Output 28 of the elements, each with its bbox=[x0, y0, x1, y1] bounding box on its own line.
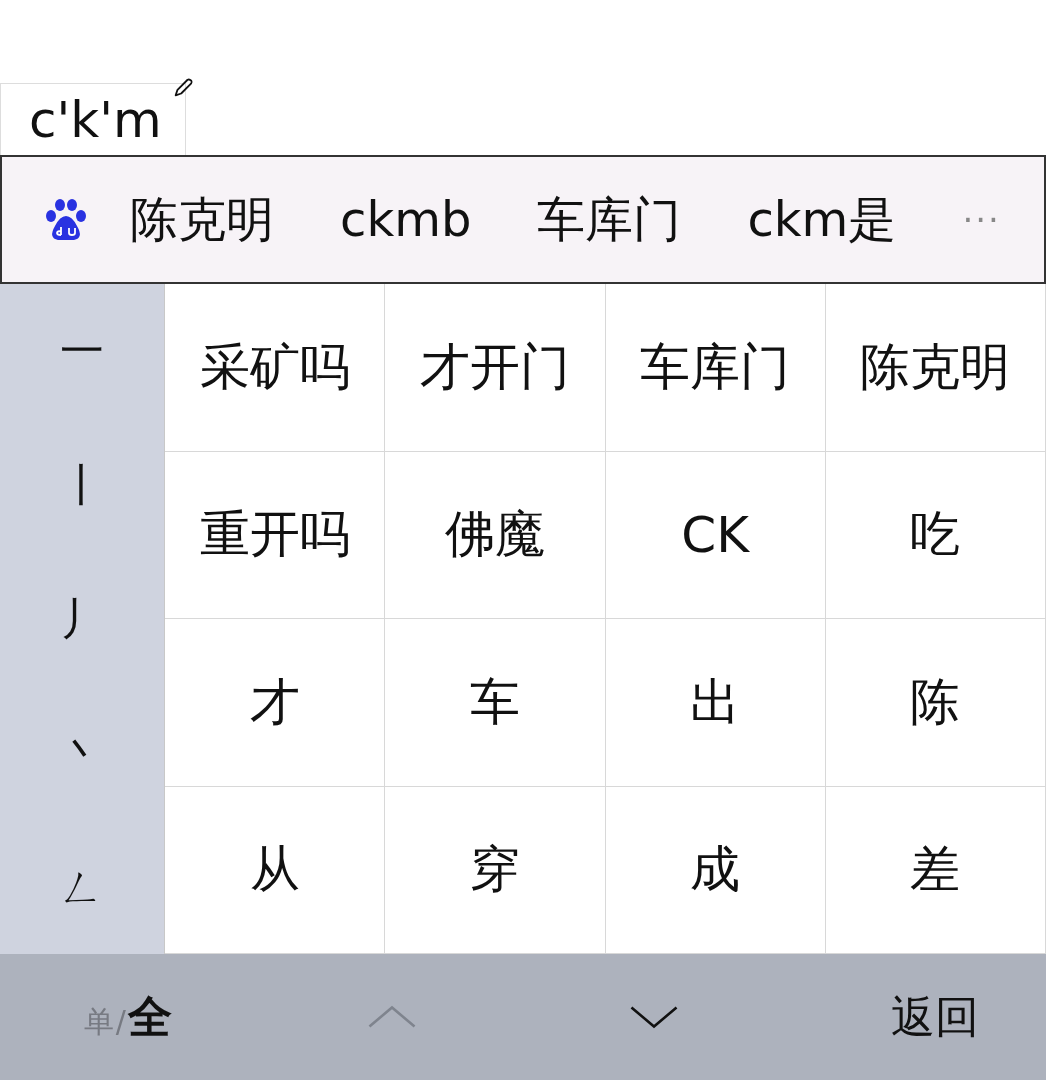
candidate-cell[interactable]: 车 bbox=[385, 619, 606, 787]
candidate-cell[interactable]: 穿 bbox=[385, 786, 606, 954]
candidate-cell[interactable]: 佛魔 bbox=[385, 451, 606, 619]
candidate-word[interactable]: ckmb bbox=[340, 190, 472, 249]
candidate-cell[interactable]: 出 bbox=[605, 619, 826, 787]
candidate-cell[interactable]: 才开门 bbox=[385, 284, 606, 452]
mode-toggle[interactable]: 单/全 bbox=[69, 979, 186, 1055]
candidate-cell[interactable]: 陈克明 bbox=[825, 284, 1046, 452]
candidate-cell[interactable]: 陈 bbox=[825, 619, 1046, 787]
candidate-word[interactable]: 车库门 bbox=[537, 190, 682, 249]
candidate-word[interactable]: ckm是 bbox=[747, 190, 897, 249]
candidate-cell[interactable]: 才 bbox=[165, 619, 386, 787]
candidate-cell[interactable]: 从 bbox=[165, 786, 386, 954]
candidate-cell[interactable]: 差 bbox=[825, 786, 1046, 954]
stroke-key[interactable]: ㄥ bbox=[0, 827, 164, 947]
candidate-cell[interactable]: 成 bbox=[605, 786, 826, 954]
pencil-icon[interactable] bbox=[172, 77, 194, 99]
candidate-cell[interactable]: 采矿吗 bbox=[165, 284, 386, 452]
candidate-cell[interactable]: 重开吗 bbox=[165, 451, 386, 619]
stroke-key[interactable]: 丨 bbox=[0, 425, 164, 545]
candidate-word[interactable]: 陈克明 bbox=[130, 190, 274, 249]
back-button[interactable]: 返回 bbox=[877, 979, 994, 1055]
candidate-cell[interactable]: CK bbox=[605, 451, 826, 619]
candidate-cell[interactable]: 吃 bbox=[825, 451, 1046, 619]
candidate-cell[interactable]: 车库门 bbox=[605, 284, 826, 452]
stroke-key[interactable]: 丶 bbox=[0, 693, 164, 813]
stroke-key[interactable]: 一 bbox=[0, 291, 164, 411]
stroke-key[interactable]: 丿 bbox=[0, 559, 164, 679]
